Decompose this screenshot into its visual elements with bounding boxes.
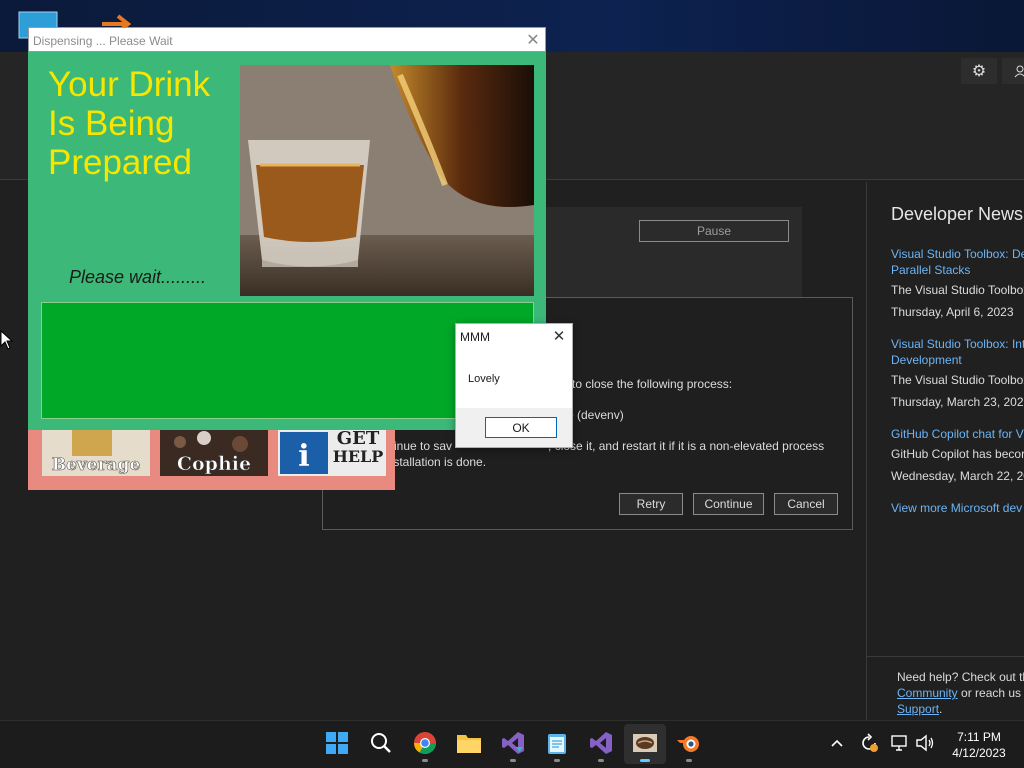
dialog-line-1: to close the following process:: [572, 377, 733, 391]
coffee-app-icon[interactable]: [630, 728, 660, 758]
sync-update-icon[interactable]: [859, 732, 879, 754]
drink-photo: [240, 65, 534, 296]
ok-button[interactable]: OK: [485, 417, 557, 438]
news-desc-2: The Visual Studio Toolbox: [891, 373, 1024, 387]
vs-installer-icon[interactable]: [498, 728, 528, 758]
help-text: Need help? Check out th Community or rea…: [897, 670, 1024, 716]
help-label: HELP: [333, 447, 384, 466]
vs-installer-running-indicator: [510, 759, 516, 762]
community-link[interactable]: Community: [897, 686, 958, 700]
news-date-1: Thursday, April 6, 2023: [891, 305, 1014, 319]
clock-time: 7:11 PM: [957, 730, 1001, 744]
news-link-3[interactable]: GitHub Copilot chat for V: [891, 426, 1024, 442]
news-date-3: Wednesday, March 22, 20: [891, 469, 1024, 483]
volume-icon[interactable]: [915, 732, 935, 754]
dialog-line-2: o (devenv): [567, 408, 624, 422]
mouse-cursor-icon: [0, 329, 14, 355]
close-icon[interactable]: ✕: [523, 30, 543, 50]
clock-date: 4/12/2023: [952, 746, 1006, 760]
message-box-title: MMM: [460, 330, 490, 344]
drink-heading: Your Drink Is Being Prepared: [48, 65, 211, 182]
cancel-button[interactable]: Cancel: [774, 493, 838, 515]
please-wait-text: Please wait.........: [69, 267, 207, 287]
help-divider: [866, 656, 1024, 657]
cophie-tile[interactable]: Cophie: [160, 430, 268, 476]
chevron-up-icon[interactable]: [827, 732, 847, 754]
person-icon[interactable]: [1002, 58, 1024, 84]
dispensing-title: Dispensing ... Please Wait: [33, 34, 173, 48]
visual-studio-icon[interactable]: [586, 728, 616, 758]
news-title: Developer News: [891, 204, 1024, 224]
news-link-2[interactable]: Visual Studio Toolbox: Int Development: [891, 336, 1024, 368]
info-icon: i: [298, 439, 309, 474]
notepad-icon[interactable]: [542, 728, 572, 758]
support-link[interactable]: Support: [897, 702, 939, 716]
message-box-text: Lovely: [468, 373, 500, 385]
view-more-news-link[interactable]: View more Microsoft dev: [891, 500, 1022, 516]
beverage-label: Beverage: [52, 455, 141, 475]
close-icon[interactable]: ✕: [550, 327, 568, 345]
mmm-message-box: MMM ✕ Lovely OK: [455, 323, 573, 448]
news-link-1[interactable]: Visual Studio Toolbox: De Parallel Stacks: [891, 246, 1024, 278]
news-date-2: Thursday, March 23, 2023: [891, 395, 1024, 409]
windows-start-icon[interactable]: [322, 728, 352, 758]
get-help-tile[interactable]: i GET HELP: [278, 430, 386, 476]
coffee-app-active-indicator: [640, 759, 650, 762]
screen: { "installer": { "pause_label": "Pause",…: [0, 0, 1024, 768]
network-icon[interactable]: [890, 732, 910, 754]
cophie-label: Cophie: [177, 453, 251, 475]
notepad-running-indicator: [554, 759, 560, 762]
chrome-running-indicator: [422, 759, 428, 762]
search-icon[interactable]: [366, 728, 396, 758]
dispensing-titlebar[interactable]: Dispensing ... Please Wait ✕: [28, 27, 546, 52]
visual-studio-running-indicator: [598, 759, 604, 762]
beverage-tile[interactable]: Beverage: [42, 430, 150, 476]
taskbar-clock[interactable]: 7:11 PM 4/12/2023: [948, 729, 1010, 761]
blender-icon[interactable]: [674, 728, 704, 758]
news-desc-1: The Visual Studio Toolbox: [891, 283, 1024, 297]
file-explorer-icon[interactable]: [454, 728, 484, 758]
gear-icon[interactable]: ⚙: [961, 58, 997, 84]
blender-running-indicator: [686, 759, 692, 762]
chrome-icon[interactable]: [410, 728, 440, 758]
news-divider: [866, 182, 867, 720]
pause-button[interactable]: Pause: [639, 220, 789, 242]
retry-button[interactable]: Retry: [619, 493, 683, 515]
news-desc-3: GitHub Copilot has becor: [891, 447, 1024, 461]
continue-button[interactable]: Continue: [693, 493, 764, 515]
